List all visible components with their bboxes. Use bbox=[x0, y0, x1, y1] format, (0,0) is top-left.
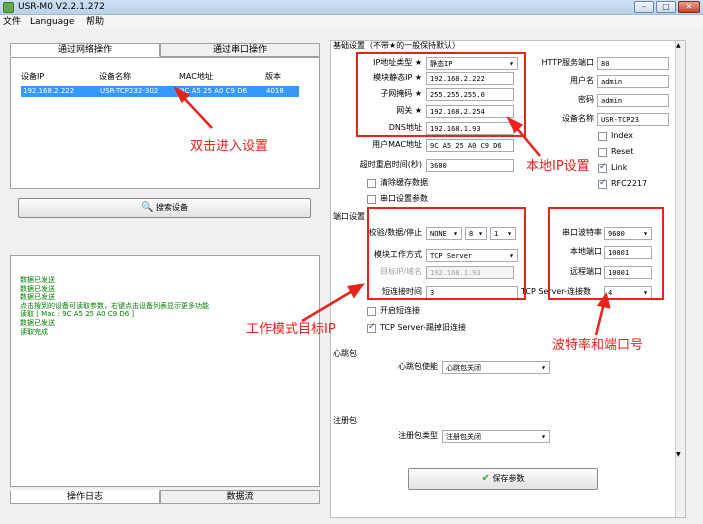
annotation-dblclick: 双击进入设置 bbox=[190, 139, 269, 154]
arrow-mode bbox=[301, 288, 355, 323]
arrow-dblclick bbox=[181, 95, 213, 129]
annotation-mode-target: 工作模式目标IP bbox=[246, 322, 336, 337]
annotation-arrows bbox=[173, 86, 611, 336]
annotation-local-ip: 本地IP设置 bbox=[526, 159, 590, 174]
arrow-mode-head bbox=[347, 283, 365, 299]
arrow-baud-head bbox=[596, 292, 611, 309]
annotation-baud-port: 波特率和端口号 bbox=[552, 338, 644, 353]
arrow-baud bbox=[594, 302, 606, 336]
arrow-local-ip bbox=[514, 125, 541, 157]
